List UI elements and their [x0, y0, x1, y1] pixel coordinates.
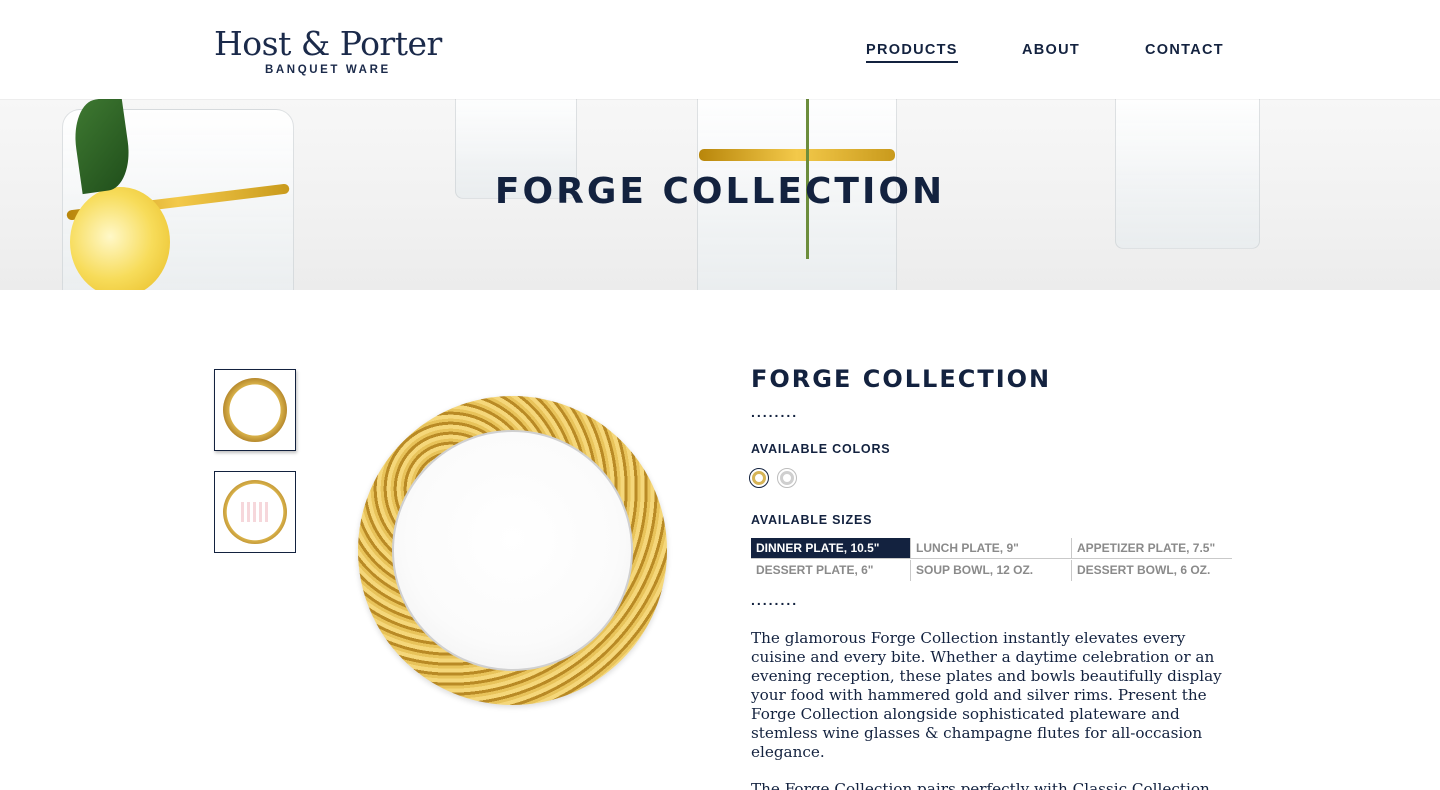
product-description: The glamorous Forge Collection instantly…: [751, 629, 1222, 761]
size-option-appetizer-plate[interactable]: APPETIZER PLATE, 7.5": [1071, 538, 1232, 559]
colors-label: AVAILABLE COLORS: [751, 442, 891, 456]
brand-logo[interactable]: Host & Porter BANQUET WARE: [214, 26, 464, 78]
nav-products-link[interactable]: PRODUCTS: [866, 40, 958, 63]
size-option-dessert-bowl[interactable]: DESSERT BOWL, 6 OZ.: [1071, 560, 1232, 581]
hero-glass-center-rim: [699, 149, 895, 161]
brand-tagline: BANQUET WARE: [265, 64, 391, 76]
size-option-soup-bowl[interactable]: SOUP BOWL, 12 OZ.: [910, 560, 1071, 581]
hero-banner: FORGE COLLECTION: [0, 99, 1440, 290]
thumb-plate-image: [223, 378, 287, 442]
size-option-dessert-plate[interactable]: DESSERT PLATE, 6": [751, 560, 910, 581]
silver-swatch-icon: [780, 471, 794, 485]
size-option-lunch-plate[interactable]: LUNCH PLATE, 9": [910, 538, 1071, 559]
product-title: FORGE COLLECTION: [751, 365, 1052, 393]
product-plate-center: [392, 430, 633, 671]
thumb-packaged-plate-image: [223, 480, 287, 544]
nav-about-link[interactable]: ABOUT: [1022, 40, 1080, 60]
divider-dots: ........: [751, 404, 799, 420]
gallery-thumb-2[interactable]: [214, 471, 296, 553]
sizes-label: AVAILABLE SIZES: [751, 513, 873, 527]
site-header: Host & Porter BANQUET WARE PRODUCTS ABOU…: [0, 0, 1440, 99]
nav-contact-link[interactable]: CONTACT: [1145, 40, 1224, 60]
hero-title: FORGE COLLECTION: [494, 171, 946, 212]
divider-dots-2: ........: [751, 592, 799, 608]
brand-name: Host & Porter: [214, 24, 442, 63]
product-description-continued: The Forge Collection pairs perfectly wit…: [751, 780, 1210, 790]
gallery-thumb-1[interactable]: [214, 369, 296, 451]
gold-swatch-icon: [752, 471, 766, 485]
size-selector: DINNER PLATE, 10.5" LUNCH PLATE, 9" APPE…: [751, 538, 1232, 582]
size-option-dinner-plate[interactable]: DINNER PLATE, 10.5": [751, 538, 910, 559]
color-swatch-silver[interactable]: [777, 468, 797, 488]
color-swatch-gold[interactable]: [749, 468, 769, 488]
